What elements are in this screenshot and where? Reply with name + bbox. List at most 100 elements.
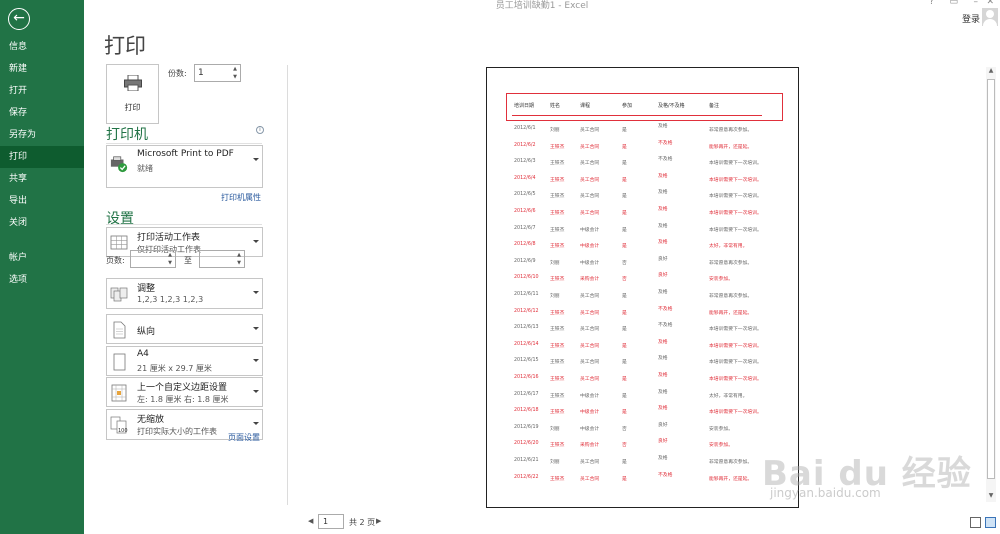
preview-cell: 员工合同 xyxy=(580,327,600,333)
minimize-icon[interactable]: – xyxy=(974,0,979,7)
preview-cell: 2012/6/20 xyxy=(514,441,539,447)
print-button-label: 打印 xyxy=(124,103,141,112)
preview-cell: 员工合同 xyxy=(580,377,600,382)
preview-cell: 2012/6/2 xyxy=(514,142,536,148)
preview-cell: 王铁杰 xyxy=(550,277,565,283)
preview-cell: 及格 xyxy=(658,456,668,461)
copies-input[interactable]: 1 ▲ ▼ xyxy=(194,64,241,82)
nav-item-save-as[interactable]: 另存为 xyxy=(0,124,84,146)
preview-cell: 及格 xyxy=(658,339,668,345)
nav-item-share[interactable]: 共享 xyxy=(0,168,84,190)
close-icon[interactable]: ✕ xyxy=(986,0,994,7)
preview-cell: 非常愿意再次参加。 xyxy=(709,128,753,133)
scroll-down-icon[interactable]: ▼ xyxy=(986,492,996,499)
copies-spinner[interactable]: ▲ ▼ xyxy=(230,65,240,81)
preview-cell: 王铁杰 xyxy=(550,227,565,233)
spin-up-icon[interactable]: ▲ xyxy=(230,65,240,73)
preview-cell: 本培训需要下一次培训。 xyxy=(709,377,762,382)
printer-dropdown[interactable]: Microsoft Print to PDF 就绪 xyxy=(106,145,263,188)
preview-cell: 及格 xyxy=(658,207,668,212)
preview-cell: 及格 xyxy=(658,124,668,129)
orientation-dropdown[interactable]: 纵向 xyxy=(106,314,263,344)
preview-header-cell: 培训日期 xyxy=(514,103,535,109)
preview-cell: 王铁杰 xyxy=(550,244,565,250)
spin-down-icon[interactable]: ▼ xyxy=(234,259,244,267)
preview-cell: 及格 xyxy=(658,290,668,295)
preview-cell: 否 xyxy=(622,260,627,266)
spin-down-icon[interactable]: ▼ xyxy=(230,73,240,81)
nav-item-open[interactable]: 打开 xyxy=(0,80,84,102)
zoom-to-page-icon[interactable] xyxy=(985,517,996,528)
printer-properties-link[interactable]: 打印机属性 xyxy=(221,192,261,203)
chevron-down-icon xyxy=(253,240,259,243)
avatar-icon[interactable] xyxy=(982,8,998,26)
pages-from-input[interactable]: ▲ ▼ xyxy=(130,250,176,268)
section-divider xyxy=(106,143,262,144)
next-page-icon[interactable]: ▶ xyxy=(376,517,381,525)
pages-label: 页数: xyxy=(106,256,125,265)
restore-icon[interactable]: ▭ xyxy=(949,0,958,7)
nav-item-export[interactable]: 导出 xyxy=(0,190,84,212)
info-icon[interactable]: i xyxy=(256,126,264,134)
watermark-url: jingyan.baidu.com xyxy=(770,486,881,500)
nav-item-account[interactable]: 帐户 xyxy=(0,247,84,269)
margins-desc: 左: 1.8 厘米 右: 1.8 厘米 xyxy=(137,395,229,404)
margins-dropdown[interactable]: 上一个自定义边距设置 左: 1.8 厘米 右: 1.8 厘米 xyxy=(106,377,263,407)
preview-cell: 员工合同 xyxy=(580,476,600,482)
preview-cell: 是 xyxy=(622,161,627,167)
preview-cell: 是 xyxy=(622,377,627,382)
page-title: 打印 xyxy=(104,34,146,58)
preview-cell: 及格 xyxy=(658,389,668,395)
help-icon[interactable]: ? xyxy=(929,0,934,7)
login-link[interactable]: 登录 xyxy=(962,12,980,25)
preview-cell: 本培训需要下一次培训。 xyxy=(709,410,762,416)
chevron-down-icon xyxy=(253,158,259,161)
nav-item-info[interactable]: 信息 xyxy=(0,36,84,58)
preview-cell: 2012/6/16 xyxy=(514,375,539,380)
preview-cell: 非常愿意再次参加。 xyxy=(709,260,753,266)
preview-scrollbar[interactable]: ▲ ▼ xyxy=(986,67,996,502)
preview-cell: 本培训需要下一次培训。 xyxy=(709,327,762,333)
chevron-down-icon xyxy=(253,422,259,425)
spin-up-icon[interactable]: ▲ xyxy=(165,251,175,259)
preview-cell: 员工合同 xyxy=(580,310,600,316)
grid-icon xyxy=(110,235,128,250)
nav-item-print[interactable]: 打印 xyxy=(0,146,84,168)
nav-item-save[interactable]: 保存 xyxy=(0,102,84,124)
nav-item-close[interactable]: 关闭 xyxy=(0,212,84,234)
preview-cell: 良好 xyxy=(658,273,668,279)
preview-cell: 否 xyxy=(622,443,627,449)
show-margins-icon[interactable] xyxy=(970,517,981,528)
current-page-input[interactable]: 1 xyxy=(318,514,344,529)
scroll-thumb[interactable] xyxy=(987,79,995,479)
page-setup-link[interactable]: 页面设置 xyxy=(228,432,260,443)
preview-cell: 员工合同 xyxy=(580,294,600,299)
preview-cell: 不及格 xyxy=(658,472,673,478)
collate-dropdown[interactable]: 调整 1,2,3 1,2,3 1,2,3 xyxy=(106,278,263,309)
print-button[interactable]: 打印 xyxy=(106,64,159,124)
preview-cell: 及格 xyxy=(658,240,668,246)
spin-down-icon[interactable]: ▼ xyxy=(165,259,175,267)
printer-ready-icon xyxy=(110,156,128,173)
chevron-down-icon xyxy=(253,390,259,393)
preview-cell: 及格 xyxy=(658,190,668,196)
pages-to-input[interactable]: ▲ ▼ xyxy=(199,250,245,268)
spin-up-icon[interactable]: ▲ xyxy=(234,251,244,259)
preview-cell: 非常愿意再次参加。 xyxy=(709,294,753,299)
preview-cell: 王铁杰 xyxy=(550,327,565,333)
nav-item-new[interactable]: 新建 xyxy=(0,58,84,80)
back-arrow-icon[interactable]: ← xyxy=(8,8,30,30)
preview-cell: 安装参加。 xyxy=(709,277,733,283)
nav-item-options[interactable]: 选项 xyxy=(0,269,84,291)
prev-page-icon[interactable]: ◀ xyxy=(308,517,313,525)
preview-cell: 是 xyxy=(622,211,627,216)
preview-cell: 刘丽 xyxy=(550,294,560,299)
scroll-up-icon[interactable]: ▲ xyxy=(986,67,996,74)
preview-cell: 王铁杰 xyxy=(550,377,565,382)
title-bar: 员工培训缺勤1 - Excel ? ▭ – ✕ xyxy=(84,0,1000,12)
paper-size-dropdown[interactable]: A4 21 厘米 x 29.7 厘米 xyxy=(106,346,263,376)
preview-cell: 员工合同 xyxy=(580,194,600,200)
svg-text:100: 100 xyxy=(118,428,128,434)
preview-cell: 刘丽 xyxy=(550,260,560,266)
preview-cell: 中级会计 xyxy=(580,393,600,399)
